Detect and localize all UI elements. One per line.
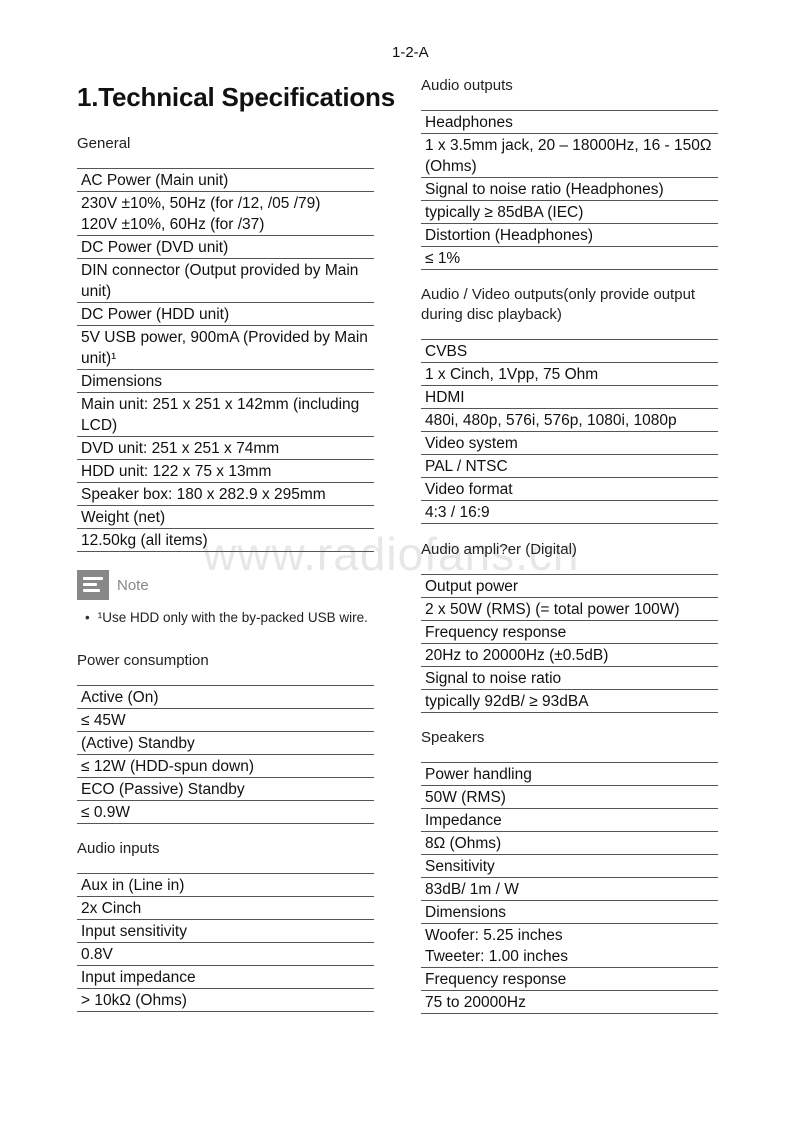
section-audio-outputs: Audio outputs Headphones 1 x 3.5mm jack, … bbox=[421, 76, 718, 270]
spec-row: AC Power (Main unit) bbox=[77, 169, 374, 192]
spec-table-audio-inputs: Aux in (Line in) 2x Cinch Input sensitivit… bbox=[77, 873, 374, 1012]
spec-row: Speaker box: 180 x 282.9 x 295mm bbox=[77, 483, 374, 506]
spec-row: HDD unit: 122 x 75 x 13mm bbox=[77, 460, 374, 483]
spec-row: 2 x 50W (RMS) (= total power 100W) bbox=[421, 598, 718, 621]
spec-row: Impedance bbox=[421, 809, 718, 832]
spec-row: Dimensions bbox=[421, 901, 718, 924]
spec-row: DC Power (HDD unit) bbox=[77, 303, 374, 326]
bullet: • bbox=[85, 610, 90, 625]
spec-row: Frequency response bbox=[421, 621, 718, 644]
spec-row: DVD unit: 251 x 251 x 74mm bbox=[77, 437, 374, 460]
spec-row: 1 x Cinch, 1Vpp, 75 Ohm bbox=[421, 363, 718, 386]
spec-row: DIN connector (Output provided by Main u… bbox=[77, 259, 374, 303]
section-amplifier: Audio ampli?er (Digital) Output power 2 x… bbox=[421, 540, 718, 713]
spec-table-amplifier: Output power 2 x 50W (RMS) (= total power… bbox=[421, 574, 718, 713]
spec-row: 8Ω (Ohms) bbox=[421, 832, 718, 855]
spec-row: ≤ 45W bbox=[77, 709, 374, 732]
section-heading-audio-inputs: Audio inputs bbox=[77, 840, 160, 857]
spec-row: Distortion (Headphones) bbox=[421, 224, 718, 247]
section-heading-av-outputs: Audio / Video outputs(only provide outpu… bbox=[421, 286, 696, 323]
spec-row: ≤ 12W (HDD-spun down) bbox=[77, 755, 374, 778]
section-heading-general: General bbox=[77, 135, 131, 152]
spec-row: typically ≥ 85dBA (IEC) bbox=[421, 201, 718, 224]
note-icon bbox=[77, 570, 109, 600]
spec-table-av-outputs: CVBS 1 x Cinch, 1Vpp, 75 Ohm HDMI 480i, 480… bbox=[421, 339, 718, 524]
spec-row: Dimensions bbox=[77, 370, 374, 393]
section-speakers: Speakers Power handling 50W (RMS) Impedanc… bbox=[421, 728, 718, 1014]
spec-table-speakers: Power handling 50W (RMS) Impedance 8Ω (Ohms… bbox=[421, 762, 718, 1014]
note-section: Note • ¹Use HDD only with the by-packed … bbox=[77, 570, 374, 625]
spec-row: Output power bbox=[421, 575, 718, 598]
section-heading-power-consumption: Power consumption bbox=[77, 652, 209, 669]
spec-row: 4:3 / 16:9 bbox=[421, 501, 718, 524]
spec-row: DC Power (DVD unit) bbox=[77, 236, 374, 259]
spec-row: 20Hz to 20000Hz (±0.5dB) bbox=[421, 644, 718, 667]
spec-row: Signal to noise ratio bbox=[421, 667, 718, 690]
note-header: Note bbox=[77, 570, 374, 600]
spec-row: 50W (RMS) bbox=[421, 786, 718, 809]
note-text: ¹Use HDD only with the by-packed USB wir… bbox=[97, 610, 368, 625]
spec-row: Weight (net) bbox=[77, 506, 374, 529]
spec-row: Frequency response bbox=[421, 968, 718, 991]
spec-row: Aux in (Line in) bbox=[77, 874, 374, 897]
spec-row: 12.50kg (all items) bbox=[77, 529, 374, 552]
spec-row: Video format bbox=[421, 478, 718, 501]
spec-row: > 10kΩ (Ohms) bbox=[77, 989, 374, 1012]
spec-row: ECO (Passive) Standby bbox=[77, 778, 374, 801]
spec-row: PAL / NTSC bbox=[421, 455, 718, 478]
spec-row: 75 to 20000Hz bbox=[421, 991, 718, 1014]
spec-row: ≤ 1% bbox=[421, 247, 718, 270]
spec-row: Video system bbox=[421, 432, 718, 455]
spec-row: Sensitivity bbox=[421, 855, 718, 878]
spec-row: Headphones bbox=[421, 111, 718, 134]
spec-row: (Active) Standby bbox=[77, 732, 374, 755]
spec-row: Woofer: 5.25 inches Tweeter: 1.00 inches bbox=[421, 924, 718, 968]
spec-row: 480i, 480p, 576i, 576p, 1080i, 1080p bbox=[421, 409, 718, 432]
spec-row: 83dB/ 1m / W bbox=[421, 878, 718, 901]
note-label: Note bbox=[117, 576, 149, 594]
spec-row: 0.8V bbox=[77, 943, 374, 966]
spec-row: Signal to noise ratio (Headphones) bbox=[421, 178, 718, 201]
spec-table-audio-outputs: Headphones 1 x 3.5mm jack, 20 – 18000Hz, … bbox=[421, 110, 718, 270]
spec-row: Input impedance bbox=[77, 966, 374, 989]
spec-row: 230V ±10%, 50Hz (for /12, /05 /79) 120V … bbox=[77, 192, 374, 236]
spec-row: typically 92dB/ ≥ 93dBA bbox=[421, 690, 718, 713]
note-item: • ¹Use HDD only with the by-packed USB w… bbox=[85, 610, 374, 625]
section-heading-audio-outputs: Audio outputs bbox=[421, 77, 513, 94]
spec-row: Power handling bbox=[421, 763, 718, 786]
section-heading-amplifier: Audio ampli?er (Digital) bbox=[421, 541, 577, 558]
spec-row: Input sensitivity bbox=[77, 920, 374, 943]
page-number: 1-2-A bbox=[392, 44, 429, 61]
spec-row: Main unit: 251 x 251 x 142mm (including … bbox=[77, 393, 374, 437]
page-title: 1.Technical Specifications bbox=[77, 82, 395, 112]
spec-row: 5V USB power, 900mA (Provided by Main un… bbox=[77, 326, 374, 370]
section-heading-speakers: Speakers bbox=[421, 729, 485, 746]
section-av-outputs: Audio / Video outputs(only provide outpu… bbox=[421, 285, 718, 524]
spec-row: 2x Cinch bbox=[77, 897, 374, 920]
section-power-consumption: Power consumption Active (On) ≤ 45W (Acti… bbox=[77, 651, 374, 824]
spec-table-general: AC Power (Main unit) 230V ±10%, 50Hz (for… bbox=[77, 168, 374, 552]
spec-row: HDMI bbox=[421, 386, 718, 409]
section-general: General AC Power (Main unit) 230V ±10%, 5… bbox=[77, 134, 374, 552]
section-audio-inputs: Audio inputs Aux in (Line in) 2x Cinch Inp… bbox=[77, 839, 374, 1012]
spec-table-power-consumption: Active (On) ≤ 45W (Active) Standby ≤ 12W (… bbox=[77, 685, 374, 824]
spec-row: ≤ 0.9W bbox=[77, 801, 374, 824]
spec-row: 1 x 3.5mm jack, 20 – 18000Hz, 16 - 150Ω … bbox=[421, 134, 718, 178]
spec-row: CVBS bbox=[421, 340, 718, 363]
spec-row: Active (On) bbox=[77, 686, 374, 709]
